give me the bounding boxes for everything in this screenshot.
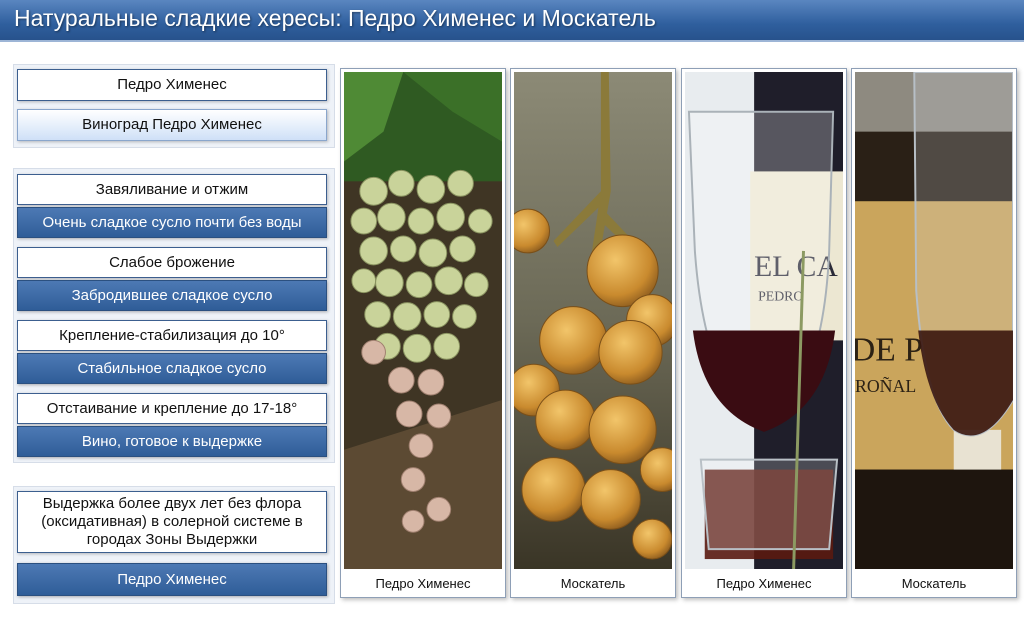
step-1-result: Очень сладкое сусло почти без воды (17, 207, 327, 238)
photo-4-caption: Москатель (901, 576, 967, 591)
photo-card-1: Педро Хименес (340, 68, 506, 598)
photo-1-caption: Педро Хименес (375, 576, 471, 591)
step-2-action: Слабое брожение (17, 247, 327, 278)
step-1-action: Завяливание и отжим (17, 174, 327, 205)
step-4-action: Отстаивание и крепление до 17-18° (17, 393, 327, 424)
photo-card-3: EL CA PEDRO Педро Хименес (681, 68, 847, 598)
step-4-result: Вино, готовое к выдержке (17, 426, 327, 457)
pedro-ximenez-grapes-image (344, 72, 502, 569)
step-3-action: Крепление-стабилизация до 10° (17, 320, 327, 351)
photo-3-caption: Педро Хименес (716, 576, 812, 591)
step-3-result: Стабильное сладкое сусло (17, 353, 327, 384)
bottle-label-text-2: DE P (855, 331, 923, 368)
bottle-label-sub-2: ROÑAL (855, 375, 916, 396)
aging-box: Выдержка более двух лет без флора (оксид… (17, 491, 327, 553)
title-bar: Натуральные сладкие хересы: Педро Химене… (0, 0, 1024, 42)
final-box: Педро Хименес (17, 563, 327, 596)
photo-card-2: Москатель (510, 68, 676, 598)
slide-title: Натуральные сладкие хересы: Педро Химене… (14, 5, 656, 31)
process-heading: Педро Хименес (17, 69, 327, 101)
pedro-ximenez-wine-image: EL CA PEDRO (685, 72, 843, 569)
step-2-result: Забродившее сладкое сусло (17, 280, 327, 311)
photo-card-4: DE P ROÑAL Москатель (851, 68, 1017, 598)
photo-2-caption: Москатель (560, 576, 626, 591)
moscatel-grapes-image (514, 72, 672, 569)
grape-box: Виноград Педро Хименес (17, 109, 327, 141)
moscatel-wine-image: DE P ROÑAL (855, 72, 1013, 569)
